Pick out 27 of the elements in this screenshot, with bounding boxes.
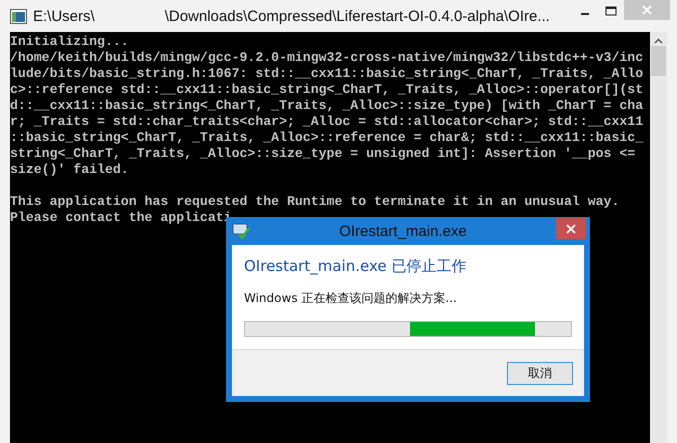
status-text: Windows 正在检查该问题的解决方案... — [244, 290, 458, 307]
console-line: ::basic_string<_CharT, _Traits, _Alloc>::reference = char&; std::__cxx11::basic_ — [10, 130, 644, 146]
minimize-icon — [581, 13, 589, 15]
console-line: lude/bits/basic_string.h:1067: std::__cxx11::basic_string<_CharT, _Traits, _Allo — [10, 66, 644, 82]
dialog-title: OIrestart_main.exe — [338, 222, 468, 240]
console-line: string<_CharT, _Traits, _Alloc>::size_type = unsigned int]: Assertion '__pos <= — [10, 146, 636, 162]
close-icon — [642, 5, 652, 15]
scrollbar-thumb[interactable] — [651, 46, 666, 76]
window-title: \Downloads\Compressed\Liferestart-OI-0.4.0-alpha\OIre... — [164, 8, 550, 24]
console-line: d::__cxx11::basic_string<_CharT, _Traits, _Alloc>::size_type) [with _CharT = cha — [10, 98, 644, 114]
console-line: size()' failed. — [10, 162, 130, 178]
cancel-button[interactable]: 取消 — [507, 362, 573, 384]
scroll-up-icon[interactable] — [654, 38, 663, 44]
console-line: r; _Traits = std::char_traits<char>; _Alloc = std::allocator<char>; std::__cxx11 — [10, 114, 644, 130]
window-title: E:\Users\ — [33, 8, 95, 24]
close-button[interactable] — [556, 218, 586, 239]
console-line: /home/keith/builds/mingw/gcc-9.2.0-mingw32-cross-native/mingw32/libstdc++-v3/inc — [10, 50, 644, 66]
close-icon — [566, 224, 576, 234]
console-line: This application has requested the Runtime to terminate it in an unusual way. — [10, 194, 620, 210]
dialog-heading: OIrestart_main.exe 已停止工作 — [244, 257, 468, 276]
monitor-check-icon — [232, 222, 250, 240]
console-line: Please contact the applicati — [10, 210, 233, 226]
console-line: c>::reference std::__cxx11::basic_string<_CharT, _Traits, _Alloc>::operator[](st — [10, 82, 644, 98]
scrollbar[interactable] — [650, 32, 667, 443]
maximize-icon — [605, 6, 617, 16]
console-line: Initializing... — [10, 34, 130, 50]
console-icon — [10, 8, 27, 24]
